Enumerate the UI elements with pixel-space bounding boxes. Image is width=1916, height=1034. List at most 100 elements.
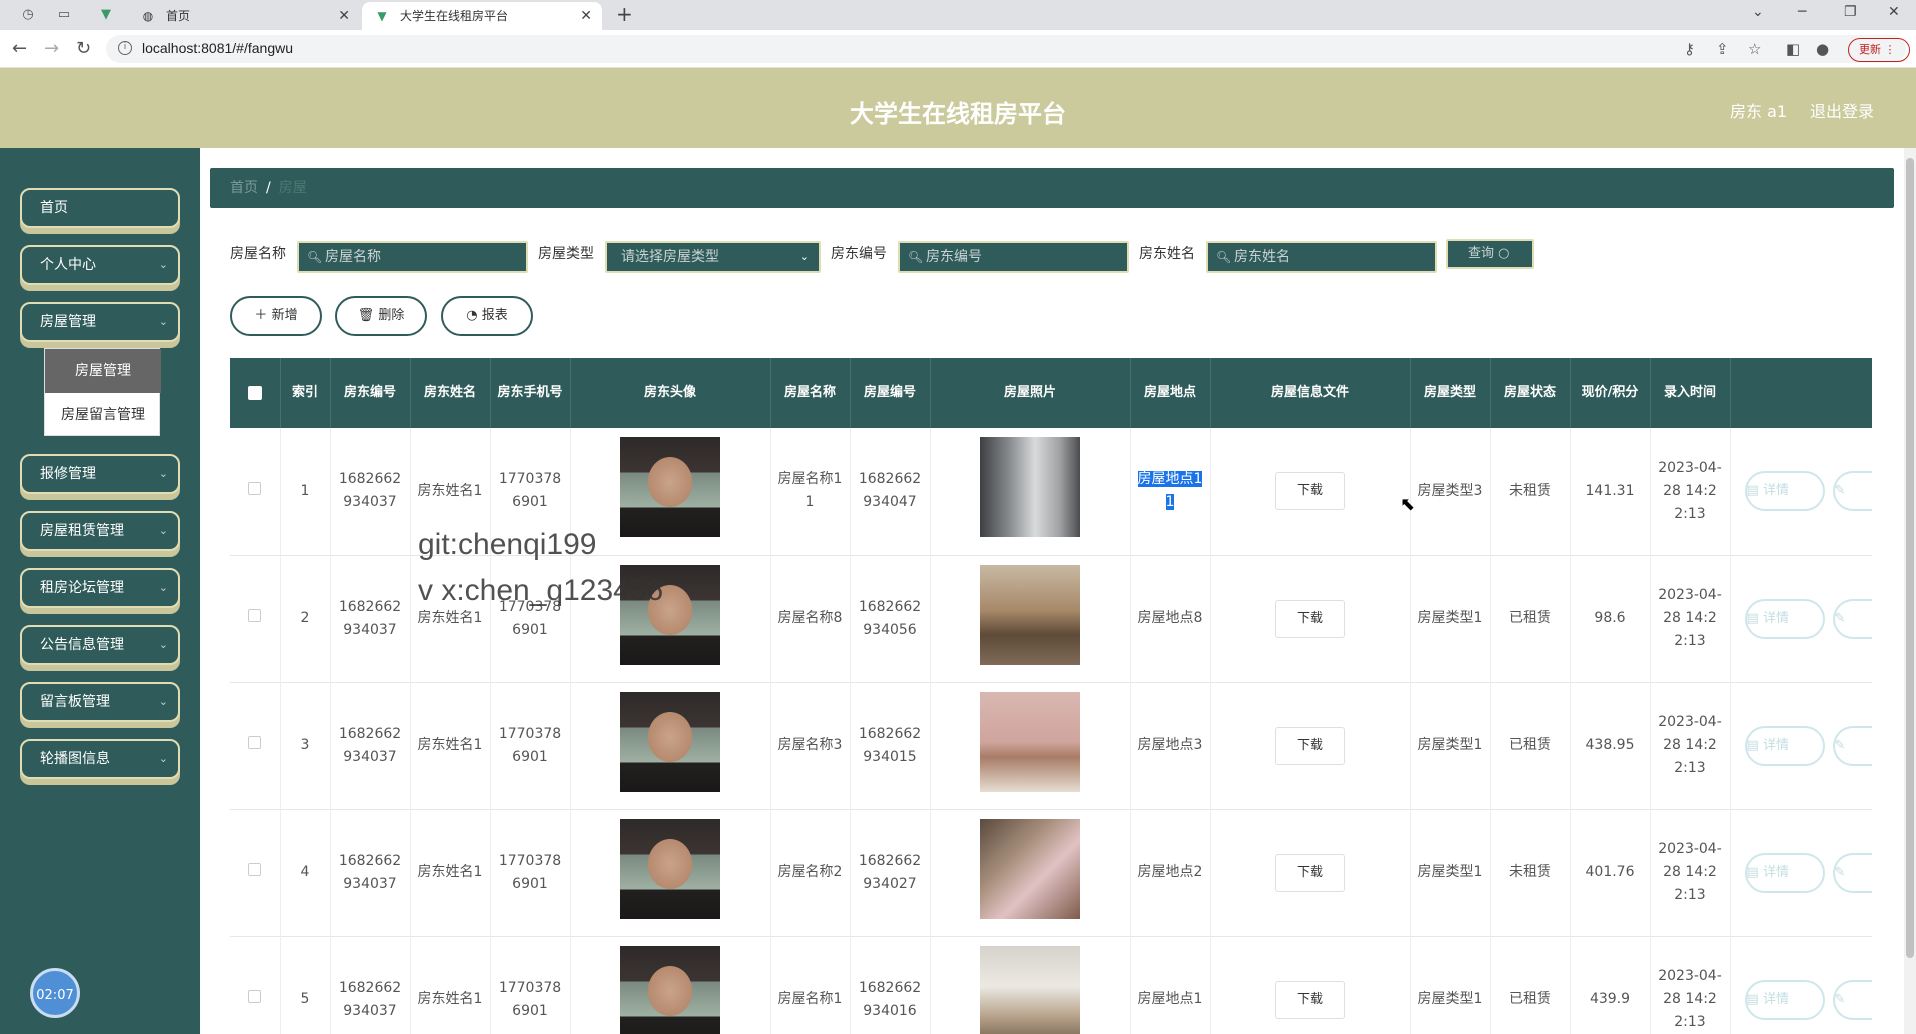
restore-icon[interactable]: ❐: [1844, 4, 1857, 20]
cell-house-photo: [930, 428, 1131, 555]
minimize-icon[interactable]: ─: [1798, 4, 1806, 20]
new-tab-plus-icon[interactable]: +: [616, 2, 633, 26]
row-checkbox[interactable]: [230, 682, 281, 809]
sidebar-item-personal-center[interactable]: 个人中心 ⌄: [20, 245, 180, 285]
cell-time: 2023-04-28 14:22:13: [1650, 428, 1731, 555]
row-checkbox[interactable]: [230, 555, 281, 682]
edit-button[interactable]: ✎: [1832, 598, 1872, 639]
chevron-down-icon: ⌄: [158, 638, 168, 651]
cell-actions: ▤ 详情 ✎: [1730, 809, 1872, 936]
sidebar-item-label: 房屋管理: [40, 314, 96, 330]
house-photo: [980, 564, 1080, 665]
update-button[interactable]: 更新 ⋮: [1848, 38, 1910, 62]
detail-button[interactable]: ▤ 详情: [1744, 979, 1825, 1020]
tab-home-label: 首页: [166, 9, 191, 23]
download-button[interactable]: 下载: [1275, 599, 1345, 638]
url-field[interactable]: i localhost:8081/#/fangwu: [106, 35, 1906, 63]
house-type-placeholder: 请选择房屋类型: [621, 249, 719, 265]
detail-button[interactable]: ▤ 详情: [1744, 852, 1825, 893]
blank-page-icon[interactable]: ▭: [54, 5, 74, 25]
tab-rental-label: 大学生在线租房平台: [400, 9, 509, 23]
sidebar-item-repair[interactable]: 报修管理 ⌄: [20, 454, 180, 494]
edit-button[interactable]: ✎: [1832, 852, 1872, 893]
detail-button[interactable]: ▤ 详情: [1744, 471, 1825, 512]
cell-file: 下载: [1210, 936, 1411, 1034]
tab-home[interactable]: ◍ 首页 ✕: [128, 2, 360, 30]
edit-button[interactable]: ✎: [1832, 471, 1872, 512]
delete-button[interactable]: 🗑︎ 删除: [335, 296, 427, 336]
download-button[interactable]: 下载: [1275, 726, 1345, 765]
download-button[interactable]: 下载: [1275, 853, 1345, 892]
add-label: 新增: [271, 308, 298, 323]
edit-button[interactable]: ✎: [1832, 725, 1872, 766]
edit-icon: ✎: [1834, 864, 1846, 880]
download-button[interactable]: 下载: [1275, 980, 1345, 1019]
cell-index: 5: [280, 936, 331, 1034]
info-icon[interactable]: i: [118, 41, 132, 55]
chevron-down-icon[interactable]: ⌄: [1752, 4, 1764, 20]
search-label-house-name: 房屋名称: [230, 246, 286, 262]
scrollbar-thumb[interactable]: [1906, 158, 1914, 958]
document-icon: ▤: [1746, 991, 1759, 1007]
sidebar-item-forum[interactable]: 租房论坛管理 ⌄: [20, 568, 180, 608]
column-header: 索引: [280, 358, 331, 428]
sidebar-item-notice[interactable]: 公告信息管理 ⌄: [20, 625, 180, 665]
sidebar-item-message-board[interactable]: 留言板管理 ⌄: [20, 682, 180, 722]
breadcrumb-home[interactable]: 首页: [230, 180, 258, 196]
tab-rental-platform[interactable]: ▼ 大学生在线租房平台 ✕: [362, 2, 602, 30]
house-type-select[interactable]: 请选择房屋类型 ⌄: [605, 241, 821, 273]
column-header: 房屋名称: [770, 358, 851, 428]
add-button[interactable]: ＋ 新增: [230, 296, 322, 336]
house-name-placeholder: 房屋名称: [325, 249, 381, 265]
sidebar-item-house-management[interactable]: 房屋管理 ⌄: [20, 302, 180, 342]
sidebar-item-carousel[interactable]: 轮播图信息 ⌄: [20, 739, 180, 779]
page-scrollbar[interactable]: [1904, 148, 1916, 1034]
reload-icon[interactable]: ↻: [76, 38, 91, 59]
house-submenu: 房屋管理 房屋留言管理: [44, 348, 161, 437]
cell-file: 下载: [1210, 809, 1411, 936]
vue-logo-icon[interactable]: ▼: [96, 5, 116, 25]
share-icon[interactable]: ⇪: [1716, 40, 1729, 58]
chevron-down-icon: ⌄: [158, 524, 168, 537]
row-checkbox[interactable]: [230, 936, 281, 1034]
owner-avatar: [620, 691, 720, 792]
download-button[interactable]: 下载: [1275, 472, 1345, 511]
row-checkbox[interactable]: [230, 428, 281, 555]
cell-owner-name: 房东姓名1: [410, 809, 491, 936]
column-header: 房东姓名: [410, 358, 491, 428]
key-icon[interactable]: ⚷: [1684, 40, 1695, 58]
star-icon[interactable]: ☆: [1748, 40, 1761, 58]
report-button[interactable]: ◔ 报表: [441, 296, 533, 336]
owner-name-input[interactable]: 🔍︎ 房东姓名: [1206, 241, 1437, 273]
url-text[interactable]: localhost:8081/#/fangwu: [142, 40, 293, 56]
column-header: 房屋照片: [930, 358, 1131, 428]
house-name-input[interactable]: 🔍︎ 房屋名称: [297, 241, 528, 273]
query-label: 查询: [1468, 246, 1495, 261]
query-button[interactable]: 查询 ○: [1446, 239, 1534, 269]
edit-button[interactable]: ✎: [1832, 979, 1872, 1020]
submenu-item-house[interactable]: 房屋管理: [45, 349, 161, 393]
close-icon[interactable]: ✕: [580, 2, 592, 30]
detail-button[interactable]: ▤ 详情: [1744, 598, 1825, 639]
house-photo: [980, 437, 1080, 538]
close-window-icon[interactable]: ✕: [1888, 4, 1900, 20]
forward-arrow-icon[interactable]: →: [44, 38, 59, 59]
sidebar-item-home[interactable]: 首页: [20, 188, 180, 228]
history-icon[interactable]: ◷: [18, 5, 38, 25]
chevron-down-icon: ⌄: [158, 581, 168, 594]
row-checkbox[interactable]: [230, 809, 281, 936]
cell-file: 下载: [1210, 428, 1411, 555]
back-arrow-icon[interactable]: ←: [12, 38, 27, 59]
select-all-checkbox[interactable]: [230, 358, 281, 428]
detail-button[interactable]: ▤ 详情: [1744, 725, 1825, 766]
logout-link[interactable]: 退出登录: [1810, 98, 1874, 122]
submenu-item-house-message[interactable]: 房屋留言管理: [45, 393, 161, 437]
current-user: 房东 a1: [1730, 102, 1788, 121]
sidebar-toggle-icon[interactable]: ◧: [1786, 40, 1800, 58]
close-icon[interactable]: ✕: [338, 2, 350, 30]
cell-price: 438.95: [1570, 682, 1651, 809]
profile-icon[interactable]: ●: [1816, 40, 1829, 58]
sidebar-item-rental[interactable]: 房屋租赁管理 ⌄: [20, 511, 180, 551]
owner-id-input[interactable]: 🔍︎ 房东编号: [898, 241, 1129, 273]
clock-widget: 02:07: [30, 968, 80, 1018]
